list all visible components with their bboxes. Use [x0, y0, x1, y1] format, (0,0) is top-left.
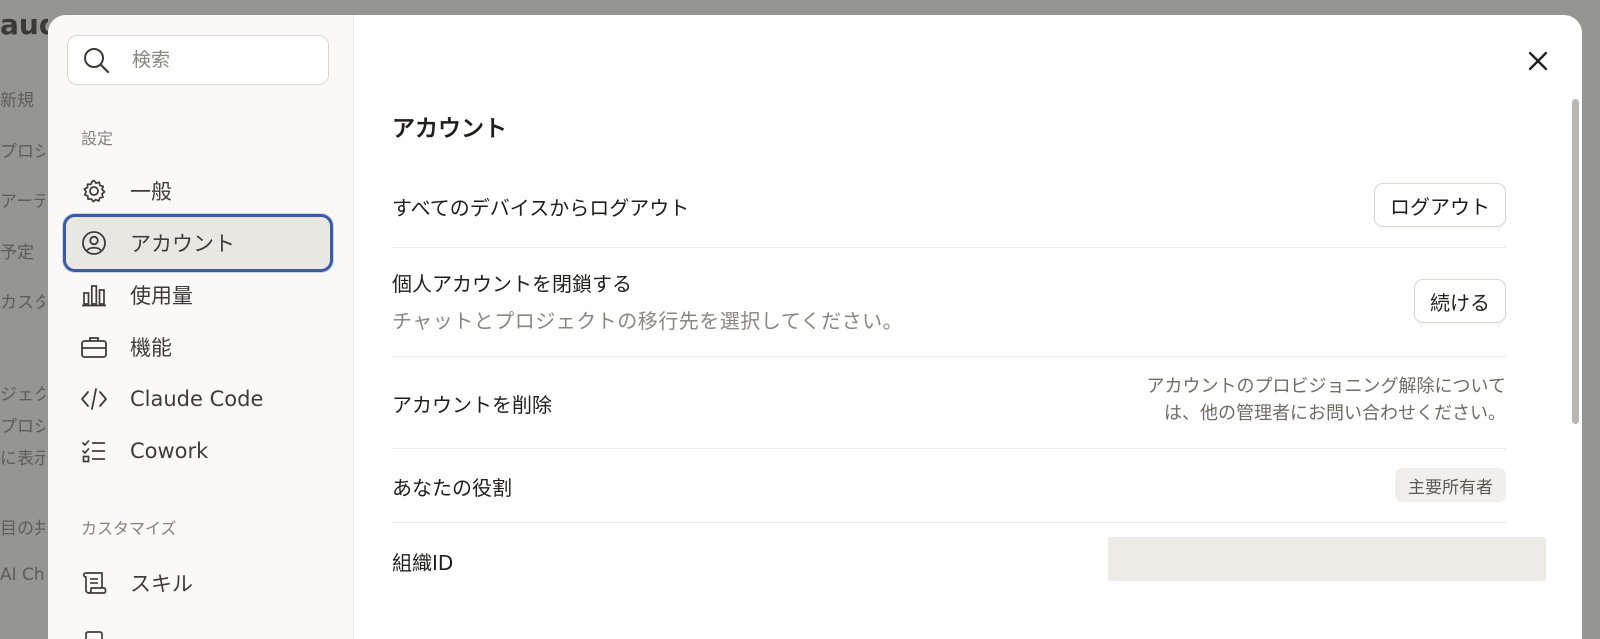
search-input[interactable]	[132, 49, 312, 71]
background-item: 予定	[0, 243, 34, 263]
sidebar-item-label: Claude Code	[130, 387, 264, 411]
row-label: アカウントを削除	[392, 393, 552, 417]
background-item: AI Ch	[0, 565, 45, 585]
row-label: すべてのデバイスからログアウト	[392, 196, 690, 220]
sidebar-item-skills[interactable]: スキル	[64, 557, 332, 609]
sidebar-item-usage[interactable]: 使用量	[64, 269, 332, 321]
partial-icon	[80, 627, 108, 639]
sidebar-item-label: 使用量	[130, 284, 193, 308]
sidebar-item-general[interactable]: 一般	[64, 165, 332, 217]
row-org-id: 組織ID	[392, 523, 1546, 603]
search-box[interactable]	[67, 35, 329, 85]
user-circle-icon	[80, 229, 108, 257]
sidebar-item-next[interactable]	[64, 615, 332, 639]
search-icon	[82, 46, 110, 74]
background-item: 新規	[0, 91, 34, 111]
section-label-customize: カスタマイズ	[81, 519, 177, 538]
background-item: プロジ	[0, 142, 45, 162]
sidebar-item-claude-code[interactable]: Claude Code	[64, 373, 332, 425]
note-line: アカウントのプロビジョニング解除について	[1146, 376, 1506, 397]
sidebar-item-label: アカウント	[130, 232, 235, 256]
briefcase-icon	[80, 333, 108, 361]
row-label: 組織ID	[392, 551, 454, 575]
close-button[interactable]	[1522, 45, 1554, 77]
close-icon	[1528, 51, 1548, 71]
row-description: チャットとプロジェクトの移行先を選択してください。	[392, 309, 904, 333]
page-title: アカウント	[392, 116, 507, 142]
scrollbar[interactable]	[1572, 99, 1579, 424]
bar-chart-icon	[80, 281, 108, 309]
sidebar-item-account[interactable]: アカウント	[63, 214, 333, 272]
logout-button[interactable]: ログアウト	[1374, 183, 1506, 227]
background-item: アーテ	[0, 192, 45, 212]
background-item: ジェク	[0, 385, 45, 405]
settings-modal: 設定 一般 アカウント 使用量 機能	[48, 15, 1582, 639]
role-badge: 主要所有者	[1395, 468, 1506, 502]
settings-content: アカウント すべてのデバイスからログアウト ログアウト 個人アカウントを閉鎖する…	[354, 15, 1582, 639]
background-item: カスタ	[0, 293, 45, 313]
code-icon	[80, 385, 108, 413]
org-id-field[interactable]	[1108, 537, 1546, 581]
row-label: 個人アカウントを閉鎖する	[392, 272, 632, 296]
row-close-account: 個人アカウントを閉鎖する チャットとプロジェクトの移行先を選択してください。 続…	[392, 248, 1506, 357]
sidebar-item-label: 機能	[130, 336, 172, 360]
sidebar-item-label: スキル	[130, 572, 193, 596]
delete-account-note: アカウントのプロビジョニング解除について は、他の管理者にお問い合わせください。	[1147, 373, 1506, 427]
background-item: に表示	[0, 449, 45, 469]
continue-button[interactable]: 続ける	[1414, 279, 1506, 323]
sidebar-item-label: Cowork	[130, 439, 209, 463]
sidebar-item-label: 一般	[130, 180, 172, 204]
gear-icon	[80, 177, 108, 205]
background-item: プロジ	[0, 417, 45, 437]
row-label: あなたの役割	[392, 476, 512, 500]
scroll-icon	[80, 569, 108, 597]
background-item: 目の共	[0, 519, 45, 539]
note-line: は、他の管理者にお問い合わせください。	[1164, 403, 1506, 424]
row-delete-account: アカウントを削除 アカウントのプロビジョニング解除について は、他の管理者にお問…	[392, 357, 1506, 449]
section-label-settings: 設定	[81, 129, 114, 148]
settings-sidebar: 設定 一般 アカウント 使用量 機能	[48, 15, 354, 639]
row-role: あなたの役割 主要所有者	[392, 449, 1506, 523]
sidebar-item-features[interactable]: 機能	[64, 321, 332, 373]
checklist-icon	[80, 437, 108, 465]
background-logo: aude	[0, 8, 48, 41]
sidebar-item-cowork[interactable]: Cowork	[64, 425, 332, 477]
row-logout-all: すべてのデバイスからログアウト ログアウト	[392, 171, 1506, 248]
